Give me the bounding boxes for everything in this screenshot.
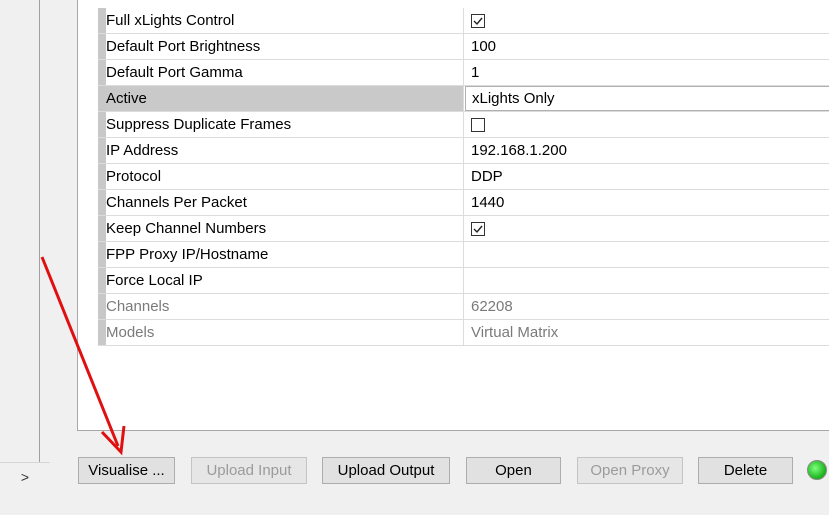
property-name: Active [106,90,147,107]
left-tree-panel [0,0,40,462]
property-name-cell[interactable]: Force Local IP [106,268,464,293]
property-name: Keep Channel Numbers [106,220,267,237]
row-gutter [98,8,106,33]
property-value-cell[interactable]: 192.168.1.200 [465,138,829,163]
property-row[interactable]: FPP Proxy IP/Hostname [98,242,829,268]
row-gutter [98,268,106,293]
property-row[interactable]: Active xLights Only [98,86,829,112]
property-name-cell[interactable]: Active [106,86,464,111]
row-gutter [98,86,106,111]
property-name-cell[interactable]: Suppress Duplicate Frames [106,112,464,137]
row-gutter [98,138,106,163]
status-indicator-icon [807,460,827,480]
property-name: IP Address [106,142,179,159]
property-value: 62208 [471,298,513,315]
property-value-cell[interactable] [465,268,829,293]
property-name-cell[interactable]: IP Address [106,138,464,163]
checkbox-checked-icon[interactable] [471,13,485,28]
property-name: Default Port Gamma [106,64,243,81]
property-row[interactable]: Channels Per Packet 1440 [98,190,829,216]
property-value-cell[interactable]: 1 [465,60,829,85]
property-row[interactable]: IP Address 192.168.1.200 [98,138,829,164]
property-value-cell[interactable]: Virtual Matrix [465,320,829,345]
property-row[interactable]: Force Local IP [98,268,829,294]
property-value-cell[interactable]: 1440 [465,190,829,215]
property-name: FPP Proxy IP/Hostname [106,246,269,263]
property-name-cell[interactable]: Protocol [106,164,464,189]
property-value-cell[interactable]: xLights Only [465,86,829,111]
expand-chevron-icon[interactable]: > [0,462,50,491]
property-row[interactable]: Full xLights Control [98,8,829,34]
upload-input-button[interactable]: Upload Input [191,457,307,484]
property-name: Channels [106,298,170,315]
property-value-cell[interactable]: DDP [465,164,829,189]
open-proxy-button[interactable]: Open Proxy [577,457,683,484]
property-value-cell[interactable]: 62208 [465,294,829,319]
property-value: xLights Only [472,90,555,107]
property-row[interactable]: Suppress Duplicate Frames [98,112,829,138]
row-gutter [98,294,106,319]
property-name: Default Port Brightness [106,38,261,55]
row-gutter [98,60,106,85]
checkbox-checked-icon[interactable] [471,221,485,236]
property-name: Models [106,324,155,341]
property-name: Full xLights Control [106,12,235,29]
property-grid: Full xLights Control Default Port Brightn… [98,8,829,346]
property-name-cell[interactable]: Models [106,320,464,345]
row-gutter [98,190,106,215]
open-button[interactable]: Open [466,457,561,484]
property-name-cell[interactable]: Keep Channel Numbers [106,216,464,241]
property-name: Suppress Duplicate Frames [106,116,292,133]
row-gutter [98,320,106,345]
property-name: Force Local IP [106,272,203,289]
property-value-cell[interactable] [465,112,829,137]
property-value: 100 [471,38,497,55]
row-gutter [98,242,106,267]
property-value: 1 [471,64,480,81]
row-gutter [98,216,106,241]
property-name-cell[interactable]: Channels [106,294,464,319]
property-row[interactable]: Channels 62208 [98,294,829,320]
row-gutter [98,112,106,137]
row-gutter [98,34,106,59]
property-value: Virtual Matrix [471,324,559,341]
upload-output-button[interactable]: Upload Output [322,457,450,484]
property-value-cell[interactable]: 100 [465,34,829,59]
property-value-cell[interactable] [465,216,829,241]
property-name-cell[interactable]: Full xLights Control [106,8,464,33]
property-name: Protocol [106,168,162,185]
property-name-cell[interactable]: Default Port Brightness [106,34,464,59]
property-grid-panel: Full xLights Control Default Port Brightn… [77,0,829,431]
property-value: 192.168.1.200 [471,142,567,159]
property-row[interactable]: Default Port Gamma 1 [98,60,829,86]
property-name-cell[interactable]: Default Port Gamma [106,60,464,85]
property-value: DDP [471,168,503,185]
property-name-cell[interactable]: FPP Proxy IP/Hostname [106,242,464,267]
property-name: Channels Per Packet [106,194,247,211]
property-row[interactable]: Keep Channel Numbers [98,216,829,242]
property-row[interactable]: Default Port Brightness 100 [98,34,829,60]
property-value: 1440 [471,194,505,211]
property-row[interactable]: Protocol DDP [98,164,829,190]
property-value-cell[interactable] [465,8,829,33]
delete-button[interactable]: Delete [698,457,793,484]
property-name-cell[interactable]: Channels Per Packet [106,190,464,215]
row-gutter [98,164,106,189]
visualise-button[interactable]: Visualise ... [78,457,175,484]
property-row[interactable]: Models Virtual Matrix [98,320,829,346]
property-value-cell[interactable] [465,242,829,267]
checkbox-unchecked-icon[interactable] [471,117,485,132]
